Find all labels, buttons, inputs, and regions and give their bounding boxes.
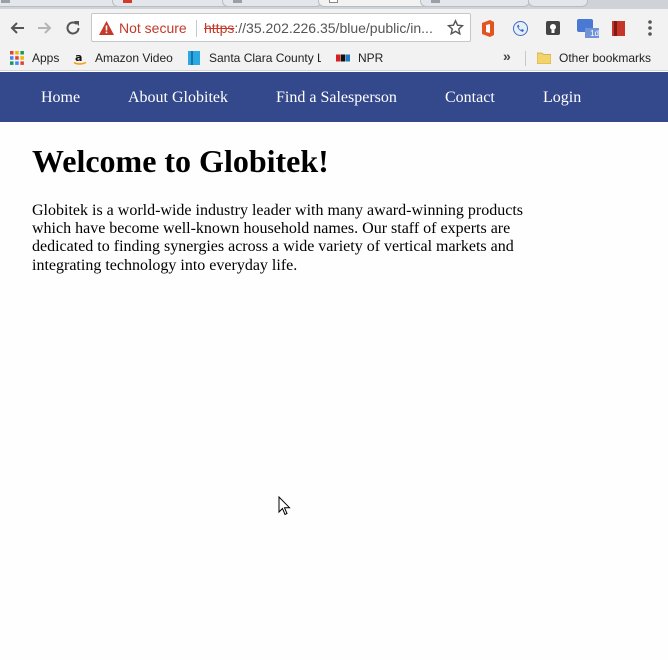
- back-button[interactable]: [7, 18, 27, 38]
- url-text[interactable]: https://35.202.226.35/blue/public/in...: [204, 20, 442, 36]
- folder-icon: [537, 51, 551, 65]
- address-bar[interactable]: Not secure https://35.202.226.35/blue/pu…: [91, 13, 471, 42]
- library-bookmark-icon: [187, 51, 201, 65]
- bookmark-label: Other bookmarks: [559, 51, 652, 65]
- menu-icon[interactable]: [640, 18, 660, 38]
- browser-toolbar: Not secure https://35.202.226.35/blue/pu…: [0, 9, 668, 46]
- office-extension-icon[interactable]: [478, 18, 498, 38]
- reload-icon: [66, 21, 80, 35]
- bookmark-star-icon[interactable]: [447, 19, 464, 36]
- warning-icon: [99, 21, 114, 35]
- mouse-cursor-icon: [278, 496, 291, 516]
- bookmark-label: NPR: [358, 51, 384, 65]
- bookmark-manager-extension-icon[interactable]: [608, 18, 628, 38]
- svg-text:a: a: [75, 51, 82, 64]
- browser-tab[interactable]: [528, 0, 588, 7]
- browser-tab[interactable]: [0, 0, 120, 7]
- forward-button[interactable]: [35, 18, 55, 38]
- forward-arrow-icon: [38, 22, 52, 34]
- page-title: Welcome to Globitek!: [32, 143, 329, 179]
- url-path: ://35.202.226.35/blue/public/in...: [234, 20, 433, 36]
- bookmark-santa-clara-library[interactable]: Santa Clara County Li: [187, 49, 321, 67]
- browser-tab[interactable]: [112, 0, 232, 7]
- bookmark-apps[interactable]: Apps: [10, 49, 59, 67]
- back-arrow-icon: [10, 22, 24, 34]
- browser-tab-active[interactable]: [318, 0, 428, 7]
- omnibox-divider: [196, 20, 197, 37]
- bookmark-label: Santa Clara County Li: [209, 51, 321, 65]
- browser-tab[interactable]: [420, 0, 530, 7]
- amazon-icon: a: [73, 51, 87, 65]
- nav-link-about[interactable]: About Globitek: [128, 89, 228, 107]
- tab-strip: [0, 0, 668, 9]
- nav-link-find-salesperson[interactable]: Find a Salesperson: [276, 89, 397, 107]
- other-bookmarks-folder[interactable]: Other bookmarks: [537, 49, 651, 67]
- bookmark-label: Apps: [32, 51, 60, 65]
- npr-icon: [336, 51, 350, 65]
- main-content: Welcome to Globitek! Globitek is a world…: [32, 122, 532, 275]
- bookmarks-divider: [525, 51, 526, 66]
- keep-extension-icon[interactable]: [543, 18, 563, 38]
- bookmark-npr[interactable]: NPR: [336, 49, 383, 67]
- site-navigation: Home About Globitek Find a Salesperson C…: [0, 72, 668, 122]
- extension-badge: 1d: [590, 29, 599, 38]
- bookmarks-overflow-button[interactable]: »: [503, 48, 511, 64]
- url-protocol: https: [204, 20, 235, 36]
- bookmarks-bar: Apps a Amazon Video Santa Clara County L…: [0, 46, 668, 71]
- calendar-extension-icon[interactable]: 1d: [576, 18, 600, 38]
- nav-link-contact[interactable]: Contact: [445, 89, 495, 107]
- bookmark-label: Amazon Video: [95, 51, 173, 65]
- intro-paragraph: Globitek is a world-wide industry leader…: [32, 202, 523, 274]
- nav-link-home[interactable]: Home: [41, 89, 80, 107]
- apps-grid-icon: [10, 51, 24, 65]
- browser-tab[interactable]: [222, 0, 322, 7]
- security-status[interactable]: Not secure: [119, 20, 187, 36]
- nav-link-login[interactable]: Login: [543, 89, 581, 107]
- phone-extension-icon[interactable]: [510, 18, 530, 38]
- reload-button[interactable]: [63, 18, 83, 38]
- bookmark-amazon-video[interactable]: a Amazon Video: [73, 49, 173, 67]
